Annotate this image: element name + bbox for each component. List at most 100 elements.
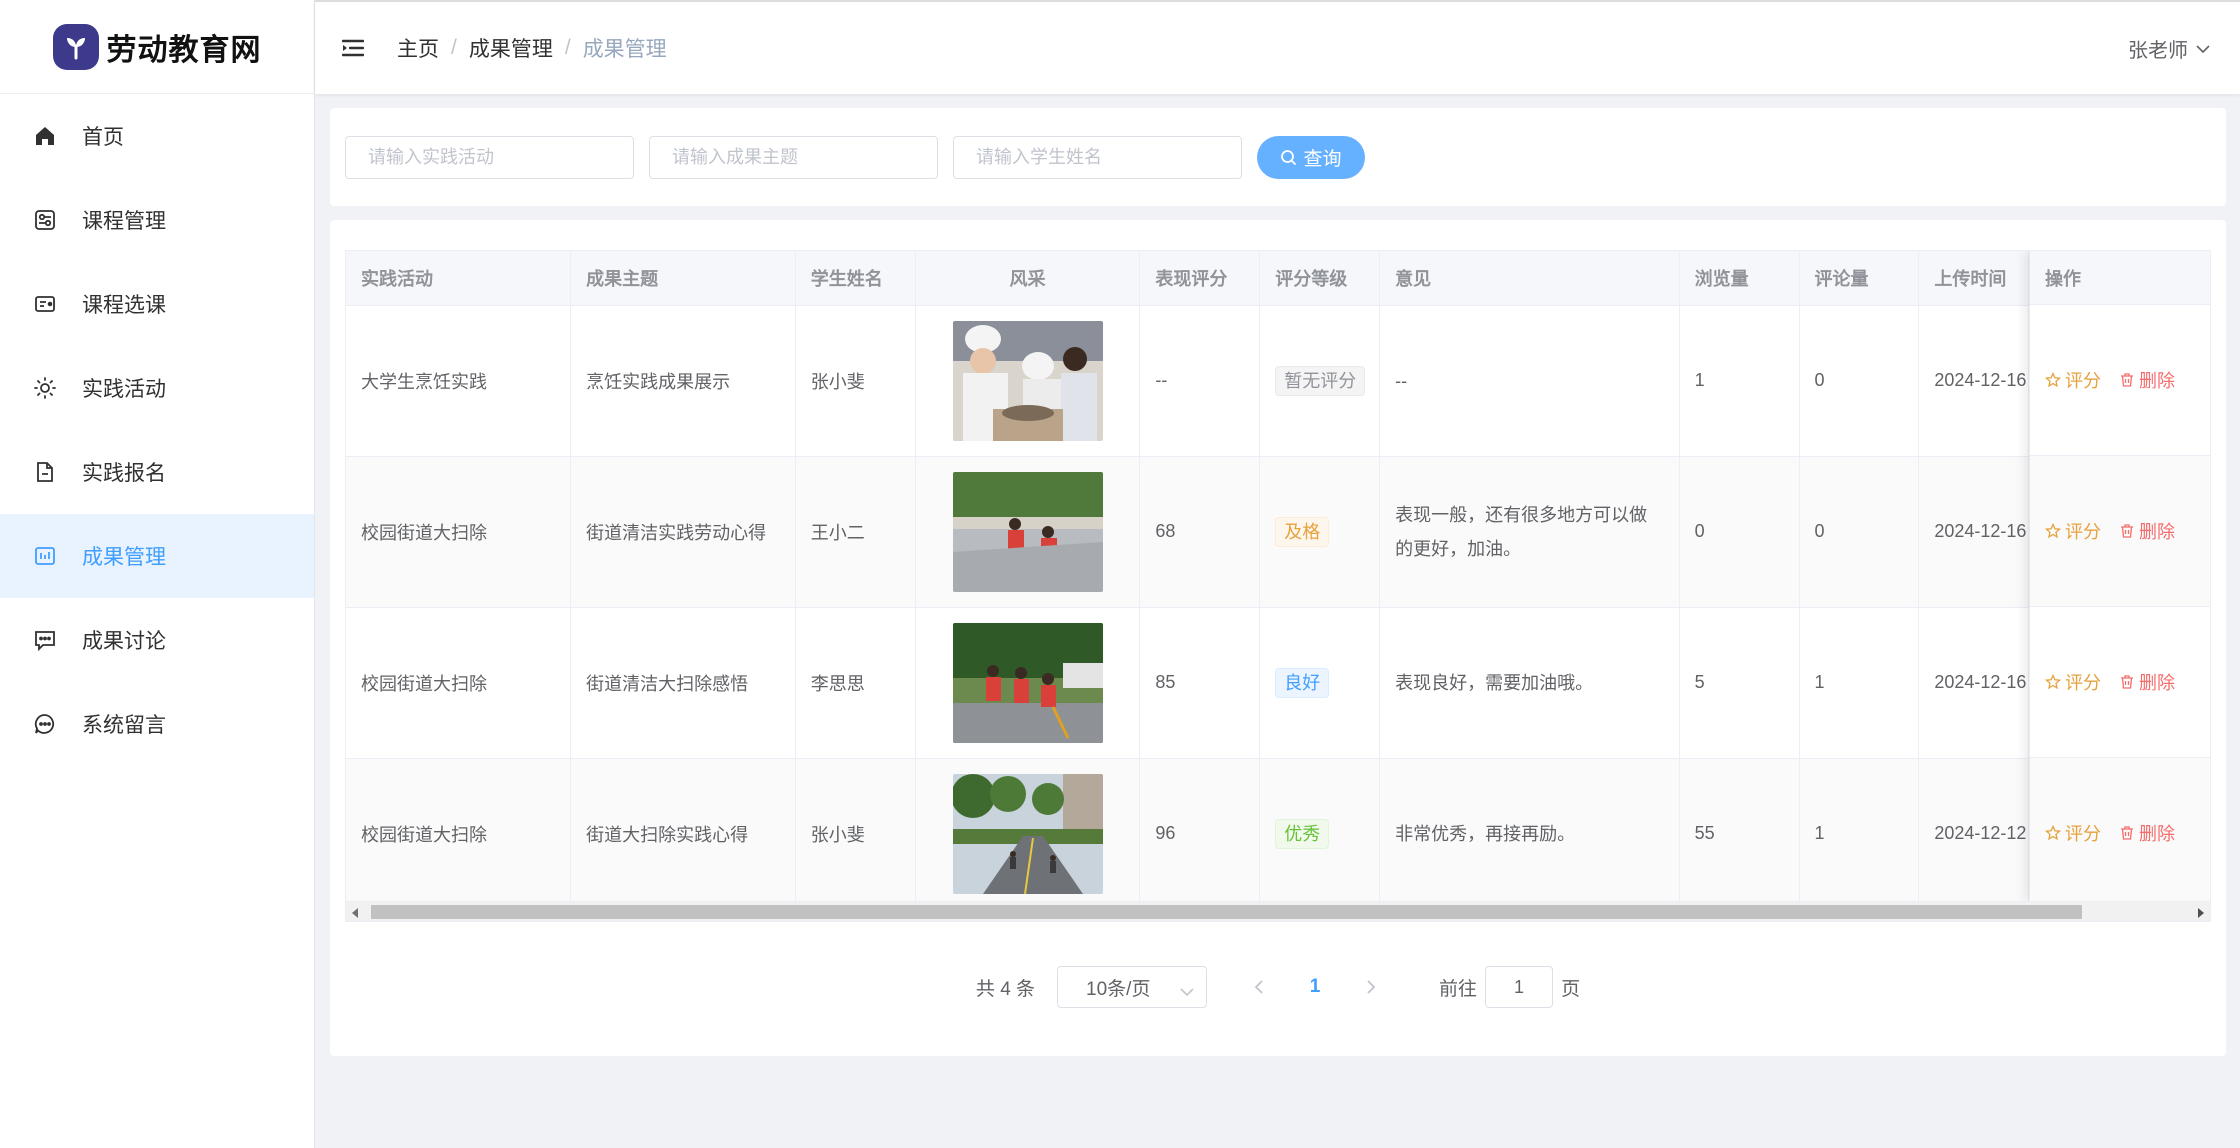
actions-fixed-column: 操作 评分 删除 评分 删除 评分 删除 评分 删除 — [2030, 251, 2210, 901]
user-name: 张老师 — [2128, 39, 2188, 62]
goto-page-input[interactable] — [1485, 966, 1554, 1008]
breadcrumb: 主页 / 成果管理 / 成果管理 — [397, 33, 667, 63]
column-header: 上传时间 — [1918, 251, 2030, 306]
sidebar-item-course-selection[interactable]: 课程选课 — [0, 262, 314, 346]
activity-search-input[interactable] — [345, 135, 634, 179]
star-icon — [2045, 674, 2061, 690]
trash-icon — [2121, 675, 2133, 689]
sidebar-item-system-messages[interactable]: 系统留言 — [0, 682, 314, 766]
goto-page: 前往 页 — [1439, 966, 1580, 1008]
cell-photo — [915, 456, 1141, 608]
page-number-current[interactable]: 1 — [1295, 976, 1335, 998]
page-size-select[interactable]: 10条/页 — [1057, 966, 1208, 1008]
actions-cell: 评分 删除 — [2030, 607, 2210, 758]
rate-button[interactable]: 评分 — [2045, 669, 2101, 695]
sidebar-item-label: 实践报名 — [82, 462, 166, 485]
rate-label: 评分 — [2065, 673, 2101, 693]
scroll-left-icon[interactable] — [350, 906, 360, 924]
star-icon — [2045, 523, 2061, 539]
cell-opinion: 非常优秀，再接再励。 — [1379, 758, 1680, 901]
breadcrumb-separator: / — [564, 36, 571, 59]
table-row: 校园街道大扫除 街道大扫除实践心得 张小斐 96 优秀 非常优秀，再接再励。 5… — [346, 758, 2210, 901]
cell-topic: 街道大扫除实践心得 — [570, 758, 796, 901]
cell-photo — [915, 607, 1141, 759]
delete-label: 删除 — [2139, 824, 2175, 844]
table-header-row: 实践活动 成果主题 学生姓名 风采 表现评分 评分等级 意见 浏览量 评论量 上… — [346, 251, 2210, 306]
cell-photo — [915, 305, 1141, 457]
grade-tag: 及格 — [1275, 516, 1330, 547]
cell-opinion: -- — [1379, 305, 1680, 457]
search-icon — [1280, 149, 1297, 166]
logo-text: 劳动教育网 — [106, 33, 262, 67]
scrollbar-thumb[interactable] — [371, 905, 2082, 919]
column-header-actions: 操作 — [2030, 251, 2210, 305]
student-search-input[interactable] — [953, 135, 1242, 179]
cell-upload-time: 2024-12-16 — [1918, 607, 2030, 759]
scroll-right-icon[interactable] — [2196, 906, 2206, 924]
breadcrumb-results[interactable]: 成果管理 — [469, 33, 553, 63]
cell-topic: 烹饪实践成果展示 — [570, 305, 796, 457]
tree-lined-street-photo[interactable] — [952, 773, 1103, 894]
cell-grade: 及格 — [1259, 456, 1381, 608]
results-icon — [32, 543, 58, 569]
delete-button[interactable]: 删除 — [2119, 518, 2175, 544]
trash-icon — [2121, 826, 2133, 840]
breadcrumb-home[interactable]: 主页 — [397, 33, 439, 63]
sidebar-item-results-management[interactable]: 成果管理 — [0, 514, 314, 598]
trash-icon — [2121, 524, 2133, 538]
sidebar-item-results-discussion[interactable]: 成果讨论 — [0, 598, 314, 682]
next-page-button[interactable] — [1351, 967, 1391, 1007]
cell-topic: 街道清洁大扫除感悟 — [570, 607, 796, 759]
sidebar-item-practice-activity[interactable]: 实践活动 — [0, 346, 314, 430]
topic-search-input[interactable] — [649, 135, 938, 179]
cell-student: 李思思 — [795, 607, 916, 759]
delete-label: 删除 — [2139, 371, 2175, 391]
prev-page-button[interactable] — [1239, 967, 1279, 1007]
column-header: 评分等级 — [1259, 251, 1381, 306]
breadcrumb-separator: / — [451, 36, 457, 59]
delete-button[interactable]: 删除 — [2119, 669, 2175, 695]
results-table-card: 实践活动 成果主题 学生姓名 风采 表现评分 评分等级 意见 浏览量 评论量 上… — [330, 220, 2226, 1056]
rate-button[interactable]: 评分 — [2045, 518, 2101, 544]
sprout-logo-icon — [52, 23, 99, 70]
menu-toggle-icon[interactable] — [339, 34, 367, 62]
sidebar-item-label: 首页 — [82, 126, 124, 149]
sidebar-item-label: 系统留言 — [82, 714, 166, 737]
horizontal-scrollbar[interactable] — [345, 902, 2211, 922]
logo[interactable]: 劳动教育网 — [0, 0, 314, 94]
rate-button[interactable]: 评分 — [2045, 367, 2101, 393]
delete-button[interactable]: 删除 — [2119, 367, 2175, 393]
delete-button[interactable]: 删除 — [2119, 820, 2175, 846]
sidebar-item-home[interactable]: 首页 — [0, 94, 314, 178]
cell-comments: 0 — [1799, 456, 1920, 608]
column-header: 表现评分 — [1139, 251, 1261, 306]
query-button-label: 查询 — [1303, 148, 1342, 170]
cell-score: 85 — [1139, 607, 1261, 759]
star-icon — [2045, 372, 2061, 388]
column-header: 意见 — [1379, 251, 1680, 306]
user-menu[interactable]: 张老师 — [2128, 2, 2210, 94]
rate-button[interactable]: 评分 — [2045, 820, 2101, 846]
cell-score: 96 — [1139, 758, 1261, 901]
search-bar: 查询 — [330, 108, 2226, 206]
cell-comments: 0 — [1799, 305, 1920, 457]
street-cleaning-photo[interactable] — [952, 471, 1103, 592]
cell-opinion: 表现良好，需要加油哦。 — [1379, 607, 1680, 759]
sidebar: 劳动教育网 首页 课程管理 课程选课 实践活动 实践报名 成果管理 成果讨论 系… — [0, 0, 315, 1148]
actions-cell: 评分 删除 — [2030, 758, 2210, 901]
sidebar-item-practice-signup[interactable]: 实践报名 — [0, 430, 314, 514]
results-table: 实践活动 成果主题 学生姓名 风采 表现评分 评分等级 意见 浏览量 评论量 上… — [345, 250, 2211, 902]
document-icon — [32, 459, 58, 485]
cooking-photo[interactable] — [952, 320, 1103, 441]
cell-score: -- — [1139, 305, 1261, 457]
cell-topic: 街道清洁实践劳动心得 — [570, 456, 796, 608]
chevron-right-icon — [1367, 980, 1376, 994]
query-button[interactable]: 查询 — [1257, 135, 1365, 179]
sidebar-item-course-management[interactable]: 课程管理 — [0, 178, 314, 262]
cell-grade: 暂无评分 — [1259, 305, 1381, 457]
course-icon — [32, 207, 58, 233]
street-sweeping-photo[interactable] — [952, 622, 1103, 743]
grade-tag: 优秀 — [1275, 818, 1330, 849]
delete-label: 删除 — [2139, 673, 2175, 693]
total-count: 共 4 条 — [975, 978, 1036, 1000]
